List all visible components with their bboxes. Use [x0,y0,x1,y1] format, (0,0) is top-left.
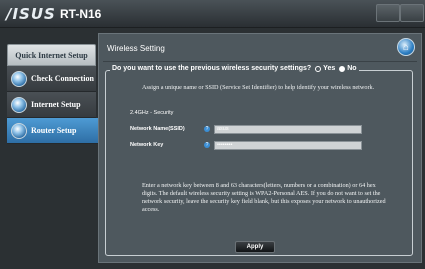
header-button-1[interactable] [376,4,400,22]
key-input[interactable]: •••••••• [214,141,362,150]
no-radio[interactable] [339,65,346,72]
page-title: Wireless Setting [107,44,165,53]
sidebar-item-label: Router Setup [31,126,77,135]
model-name: RT-N16 [60,7,102,21]
band-label: 2.4GHz - Security [130,110,174,116]
asus-logo: /ISUS [6,5,56,23]
divider [103,61,417,62]
question-legend: Do you want to use the previous wireless… [110,65,359,72]
sidebar-item-check-connection[interactable]: Check Connection [7,66,96,92]
globe-icon [11,122,27,139]
sidebar-item-router-setup[interactable]: Router Setup [7,118,109,144]
sidebar-item-label: Internet Setup [31,100,81,109]
top-header: /ISUS RT-N16 [0,0,425,28]
help-icon[interactable]: ? [204,126,210,132]
no-label[interactable]: No [347,65,356,72]
intro-text: Assign a unique name or SSID (Service Se… [142,84,375,91]
key-label: Network Key [130,142,164,148]
globe-icon [11,70,27,87]
question-text: Do you want to use the previous wireless… [112,65,312,72]
sidebar-title: Quick Internet Setup [7,44,96,66]
globe-icon [11,96,27,113]
yes-radio[interactable] [315,65,322,72]
help-icon[interactable]: ? [204,142,210,148]
sidebar-item-internet-setup[interactable]: Internet Setup [7,92,96,118]
security-fieldset: Do you want to use the previous wireless… [105,65,413,256]
sidebar-item-label: Check Connection [31,74,94,83]
header-button-2[interactable] [400,4,424,22]
ssid-input[interactable]: asus [214,125,362,134]
ssid-label: Network Name(SSID) [130,126,185,132]
yes-label[interactable]: Yes [323,65,335,72]
note-text: Enter a network key between 8 and 63 cha… [142,182,386,213]
home-icon[interactable]: ⌂ [397,38,415,56]
sidebar: Quick Internet Setup Check Connection In… [7,44,109,144]
apply-button[interactable]: Apply [235,241,275,253]
main-panel: Wireless Setting ⌂ Do you want to use th… [98,33,422,263]
